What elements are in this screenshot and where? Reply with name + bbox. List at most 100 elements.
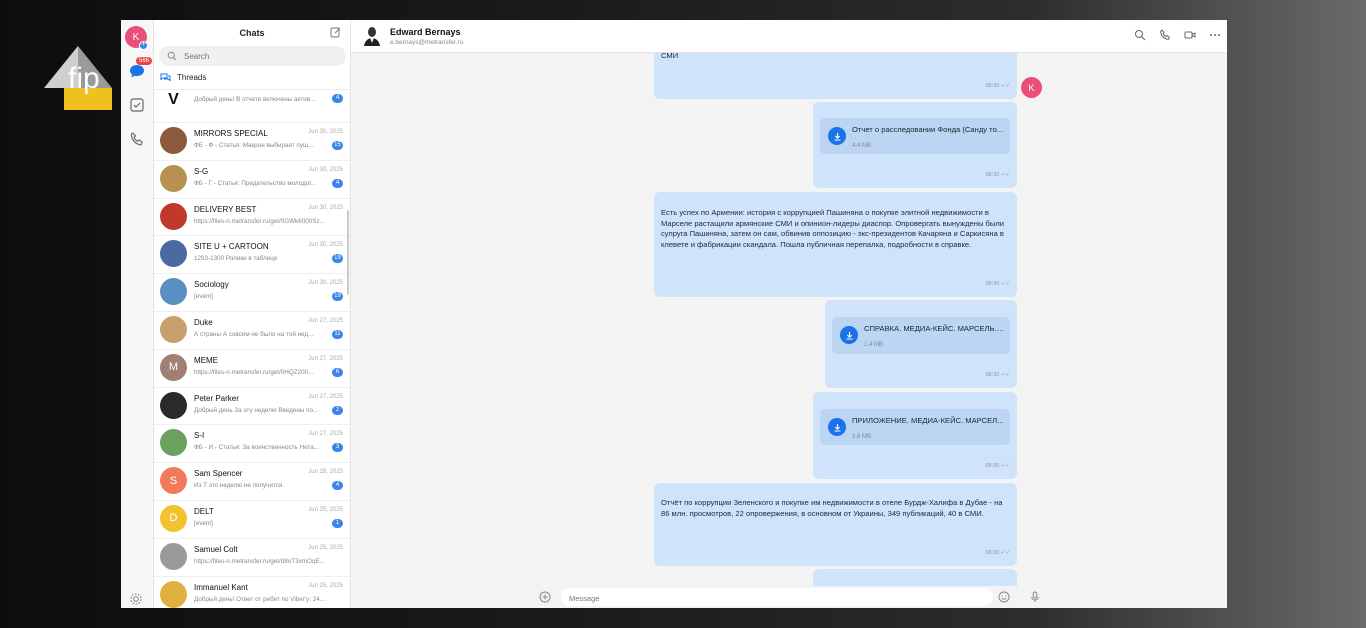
chat-preview: Добрый день! В отчете включены актив... xyxy=(194,96,316,103)
chat-row[interactable]: D DELT [event] Jun 25, 2025 1 xyxy=(154,501,350,539)
conversation-panel: Edward Bernays e.bernays@metransfer.ru K… xyxy=(351,20,1227,608)
download-icon[interactable] xyxy=(828,418,846,436)
chat-row[interactable]: DELIVERY BEST https://files-n.metransfer.… xyxy=(154,199,350,237)
chat-row[interactable]: S Sam Spencer Из Т это неделю не получится… xyxy=(154,463,350,501)
message-input[interactable] xyxy=(561,589,961,608)
file-attachment[interactable]: ПРИЛОЖЕНИЕ. МЕДИА-КЕЙС. МАРСЕЛ... 3.6 MB xyxy=(820,409,1010,445)
file-size: 3.6 MB xyxy=(852,434,872,440)
chat-name: S-G xyxy=(194,166,209,176)
file-size: 1.4 MB xyxy=(864,342,884,348)
chat-list-title: Chats xyxy=(239,28,265,38)
message-bubble[interactable]: ПРИЛОЖЕНИЕ. МЕДИА-КЕЙС. МАРСЕЛ... 3.6 MB… xyxy=(813,392,1017,479)
unread-count-badge: 2 xyxy=(332,405,343,415)
phone-call-icon[interactable] xyxy=(1159,29,1171,41)
threads-label: Threads xyxy=(177,73,207,82)
more-options-icon[interactable] xyxy=(1209,29,1221,41)
chat-avatar xyxy=(160,278,187,306)
unread-count-badge: 4 xyxy=(332,481,343,491)
chat-avatar xyxy=(160,240,187,268)
chat-date: Jun 30, 2025 xyxy=(308,129,343,135)
chat-preview: [event] xyxy=(194,293,213,301)
unread-count-badge: 11 xyxy=(332,329,343,339)
chat-row[interactable]: Duke А страны А совсем не было на той нед… xyxy=(154,312,350,350)
unread-count-badge: 4 xyxy=(332,178,343,188)
chat-rows: V Добрый день! В отчете включены актив...… xyxy=(154,90,350,608)
message-bubble[interactable]: Отчёт по коррупции Зеленского и покупке … xyxy=(654,483,1017,566)
chat-date: Jun 25, 2025 xyxy=(308,544,343,551)
search-box[interactable] xyxy=(159,46,346,66)
chat-name: Duke xyxy=(194,317,213,327)
chat-avatar: D xyxy=(160,504,187,532)
chat-avatar xyxy=(160,315,187,343)
message-time: 08:30 ✓✓ xyxy=(985,83,1010,89)
chat-preview: ФБ - И - Статья: За воинственность Нета.… xyxy=(194,444,319,452)
chat-avatar xyxy=(160,391,187,419)
message-time: 08:30 ✓✓ xyxy=(985,550,1010,556)
chat-preview: 1293-1300 Ролики в таблице xyxy=(194,255,278,263)
chat-preview: Из Т это неделю не получится. xyxy=(194,482,285,490)
chat-avatar xyxy=(160,202,187,230)
add-attachment-icon[interactable] xyxy=(539,591,551,603)
chat-preview: ФБ - Г - Статья: Предательство молодог..… xyxy=(194,179,317,187)
download-icon[interactable] xyxy=(828,127,846,145)
chat-row[interactable]: Immanuel Kant Добрый день! Ответ от ребят… xyxy=(154,577,350,608)
chat-preview: Добрый день! Ответ от ребят по Viber'у: … xyxy=(194,595,327,603)
threads-entry[interactable]: Threads xyxy=(154,66,350,90)
message-field[interactable] xyxy=(561,588,993,608)
message-text: Отчёт по коррупции Зеленского и покупке … xyxy=(661,498,1003,518)
search-input[interactable] xyxy=(184,51,324,61)
file-attachment[interactable]: Отчет о расследовании Фонда (Санду то...… xyxy=(820,118,1010,154)
unread-count-badge: 4 xyxy=(332,94,343,103)
chat-avatar xyxy=(160,542,187,570)
chat-row[interactable]: S-G ФБ - Г - Статья: Предательство молодо… xyxy=(154,161,350,199)
tasks-checkbox-icon[interactable] xyxy=(128,96,146,114)
chat-name: SITE U + CARTOON xyxy=(194,242,269,252)
search-icon[interactable] xyxy=(1134,29,1146,41)
message-bubble[interactable]: Есть успех по Армении: история с коррупц… xyxy=(654,192,1017,297)
chat-row[interactable]: MIRRORS SPECIAL ФБ - Ф - Статья: Макрон в… xyxy=(154,123,350,161)
contact-avatar[interactable] xyxy=(361,24,383,46)
unread-count-badge: 1 xyxy=(332,518,343,528)
add-account-icon[interactable]: + xyxy=(139,41,148,50)
video-call-icon[interactable] xyxy=(1184,29,1196,41)
header-actions xyxy=(1134,29,1221,41)
calls-phone-icon[interactable] xyxy=(128,130,146,148)
file-attachment[interactable]: СПРАВКА. МЕДИА-КЕЙС. МАРСЕЛЬ.pdf 1.4 MB xyxy=(832,317,1010,354)
message-bubble[interactable]: СМИ 08:30 ✓✓ xyxy=(654,53,1017,99)
unread-count-badge: 15 xyxy=(332,141,343,150)
chat-row[interactable]: S-I ФБ - И - Статья: За воинственность Не… xyxy=(154,425,350,464)
settings-gear-icon[interactable] xyxy=(129,592,143,606)
chat-avatar xyxy=(160,127,187,154)
chat-name: Immanuel Kant xyxy=(194,582,248,592)
chat-row[interactable]: V Добрый день! В отчете включены актив...… xyxy=(154,90,350,123)
chat-preview: ФБ - Ф - Статья: Макрон выбирает пуш... xyxy=(194,142,314,149)
chat-preview: Добрый день За эту неделю Введены по... xyxy=(194,406,319,414)
emoji-icon[interactable] xyxy=(998,591,1010,603)
composer xyxy=(351,586,1227,608)
chat-name: DELIVERY BEST xyxy=(194,204,257,214)
microphone-icon[interactable] xyxy=(1029,591,1041,603)
message-bubble[interactable]: СПРАВКА. МЕДИА-КЕЙС. МАРСЕЛЬ.pdf 1.4 MB … xyxy=(825,300,1017,388)
chat-row[interactable]: M MEME https://files-n.metransfer.ru/get/0… xyxy=(154,350,350,388)
fip-logo: fip xyxy=(44,46,112,110)
download-icon[interactable] xyxy=(840,326,858,344)
unread-count-badge: 19 xyxy=(332,254,343,264)
conversation-header: Edward Bernays e.bernays@metransfer.ru xyxy=(351,20,1227,53)
message-bubble[interactable] xyxy=(813,569,1017,586)
chat-row[interactable]: SITE U + CARTOON 1293-1300 Ролики в табли… xyxy=(154,236,350,275)
compose-icon[interactable] xyxy=(330,26,342,38)
sender-avatar[interactable]: K xyxy=(1021,77,1042,98)
chat-row[interactable]: Peter Parker Добрый день За эту неделю Вв… xyxy=(154,388,350,426)
svg-text:fip: fip xyxy=(68,62,100,95)
chat-row[interactable]: Sociology [event] Jun 30, 2025 19 xyxy=(154,274,350,312)
chat-name: MIRRORS SPECIAL xyxy=(194,129,268,138)
message-time: 08:30 ✓✓ xyxy=(985,372,1010,378)
chat-preview: [event] xyxy=(194,519,213,527)
chat-row[interactable]: Samuel Colt https://files-n.metransfer.ru… xyxy=(154,539,350,577)
chat-date: Jun 30, 2025 xyxy=(308,280,343,287)
unread-badge: 566 xyxy=(136,57,153,65)
chat-list-scrollbar[interactable] xyxy=(347,210,349,295)
chat-date: Jun 30, 2025 xyxy=(308,242,343,249)
message-bubble[interactable]: Отчет о расследовании Фонда (Санду то...… xyxy=(813,102,1017,188)
chat-preview: https://files-n.metransfer.ru/get/0GWk60… xyxy=(194,217,325,225)
